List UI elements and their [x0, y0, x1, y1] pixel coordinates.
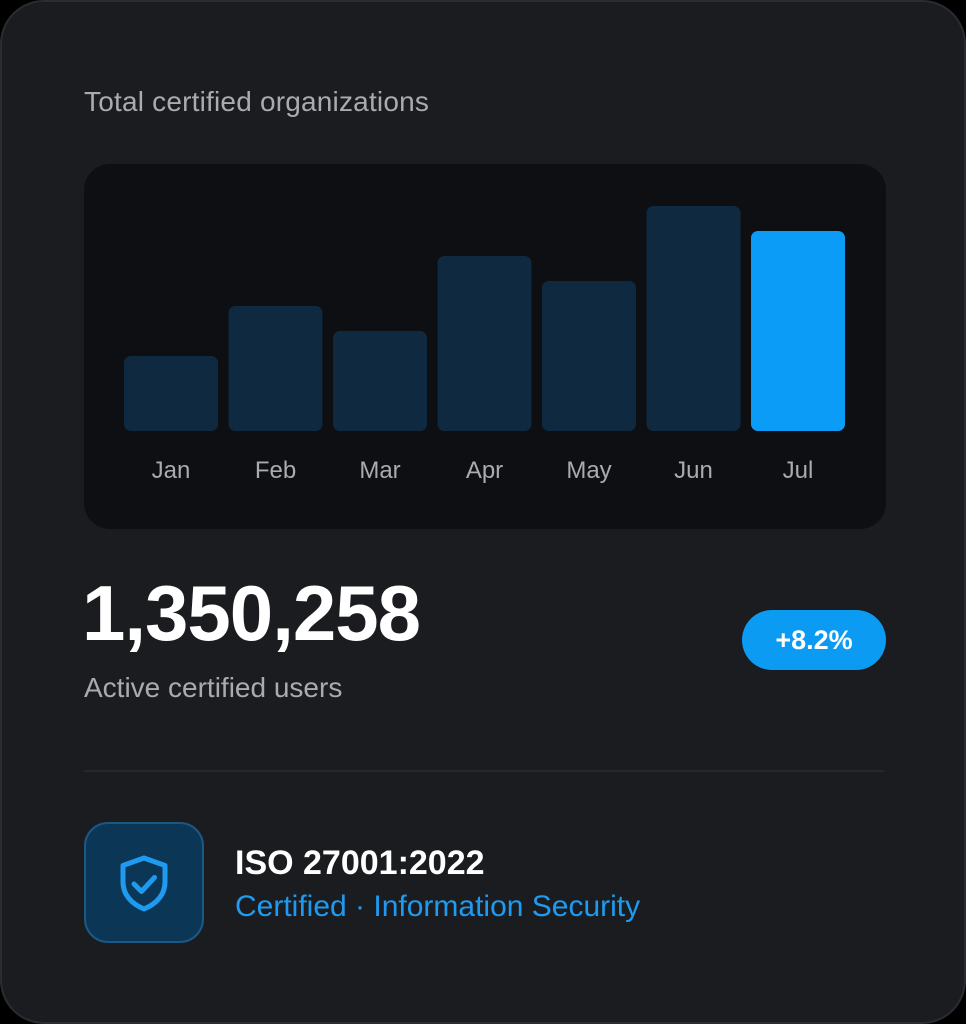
bar-jul [751, 231, 845, 431]
bar-chart: Jan Feb Mar Apr May Jun Jul [124, 206, 845, 484]
bar-mar [333, 331, 427, 431]
bar-jan [124, 356, 218, 431]
tick-label-may: May [566, 457, 611, 484]
metric-value: 1,350,258 [82, 569, 421, 657]
certification-subtitle: Certified · Information Security [235, 890, 641, 923]
bar-apr [437, 256, 532, 431]
tick-label-feb: Feb [255, 457, 296, 484]
tick-label-jun: Jun [674, 457, 713, 484]
bar-feb [228, 306, 323, 431]
tick-label-jan: Jan [152, 457, 191, 484]
tick-label-mar: Mar [359, 457, 400, 484]
metric-label: Active certified users [84, 672, 343, 703]
shield-check-icon [120, 855, 168, 911]
certification-title: ISO 27001:2022 [235, 844, 485, 882]
bar-chart-panel: Jan Feb Mar Apr May Jun Jul [84, 164, 886, 529]
bar-may [542, 281, 636, 431]
certification-badge [84, 822, 204, 943]
card-title: Total certified organizations [84, 86, 430, 117]
divider [84, 770, 884, 772]
bar-jun [646, 206, 741, 431]
tick-label-apr: Apr [466, 457, 503, 484]
tick-label-jul: Jul [783, 457, 814, 484]
delta-badge: +8.2% [742, 610, 886, 670]
stats-card: Total certified organizations Jan Feb Mar A… [0, 0, 966, 1024]
